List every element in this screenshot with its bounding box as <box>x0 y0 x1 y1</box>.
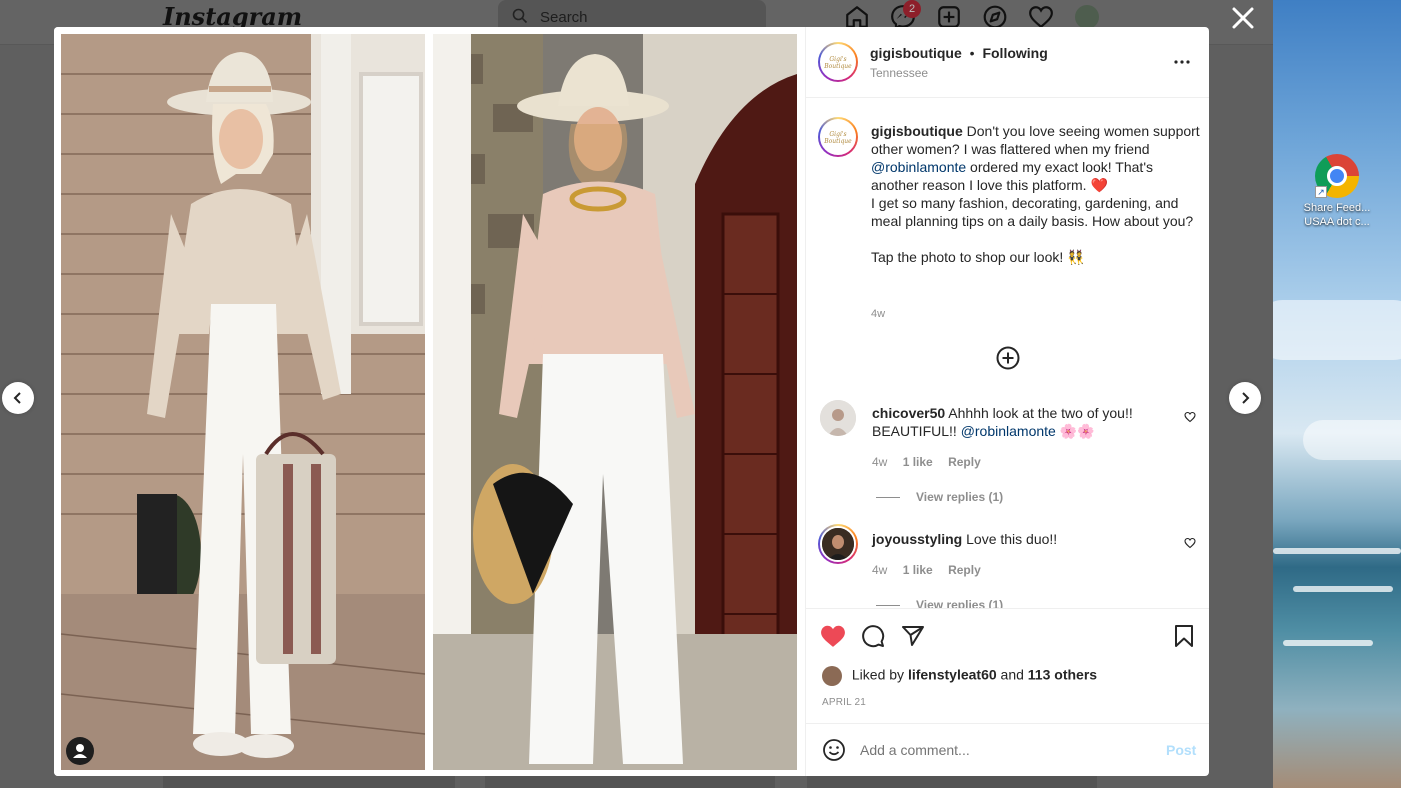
post-actions: Liked by lifenstyleat60 and 113 others A… <box>806 608 1209 726</box>
close-icon[interactable] <box>1228 3 1258 33</box>
likes-prefix: Liked by <box>851 666 905 683</box>
profile-avatar[interactable] <box>1075 5 1099 29</box>
wallpaper-wave <box>1293 586 1393 592</box>
post-caption: gigisboutique Don't you love seeing wome… <box>871 122 1201 266</box>
boutique-logo: Gigi's Boutique <box>824 56 852 70</box>
caption-mention[interactable]: @robinlamonte <box>871 159 966 175</box>
caption-author[interactable]: gigisboutique <box>871 123 963 139</box>
view-replies-button[interactable]: View replies (1) <box>876 598 1003 608</box>
boutique-logo: Gigi's Boutique <box>824 131 852 145</box>
shortcut-label-line2: USAA dot c... <box>1304 216 1370 228</box>
heart-icon[interactable] <box>820 624 846 648</box>
caption-age[interactable]: 4w <box>871 308 885 320</box>
wallpaper-wave <box>1273 548 1401 554</box>
previous-post-button[interactable] <box>2 382 34 414</box>
user-tag-icon <box>73 744 87 758</box>
chevron-right-icon <box>1242 392 1250 404</box>
post-location[interactable]: Tennessee <box>870 66 928 80</box>
dancers-emoji: 👯 <box>1067 249 1085 265</box>
comment-username[interactable]: chicover50 <box>872 405 945 421</box>
separator-dot: • <box>969 45 975 61</box>
comment-likes[interactable]: 1 like <box>903 455 933 469</box>
emoji-icon[interactable] <box>822 738 846 762</box>
reply-button[interactable]: Reply <box>948 563 981 577</box>
add-comment-bar: Post <box>806 723 1209 776</box>
likes-summary: Liked by lifenstyleat60 and 113 others <box>822 666 1192 686</box>
caption-author-avatar[interactable]: Gigi's Boutique <box>818 117 858 157</box>
grid-thumbnail[interactable] <box>807 776 1097 788</box>
search-icon <box>512 8 528 24</box>
following-button[interactable]: Following <box>982 45 1047 61</box>
heart-emoji: ❤️ <box>1090 177 1108 193</box>
grid-thumbnail[interactable] <box>485 776 775 788</box>
chevron-left-icon <box>13 392 21 404</box>
outfit-photo-left <box>61 34 425 770</box>
post-header: Gigi's Boutique gigisboutique • Followin… <box>806 27 1209 98</box>
comment-mention[interactable]: @robinlamonte <box>961 423 1056 439</box>
bookmark-icon[interactable] <box>1173 624 1195 648</box>
comment-age[interactable]: 4w <box>872 455 887 469</box>
comment-meta: 4w 1 like Reply <box>872 563 993 577</box>
replies-divider <box>876 497 900 499</box>
wallpaper-wave <box>1283 640 1373 646</box>
share-icon[interactable] <box>901 624 925 648</box>
wallpaper-cloud <box>1303 420 1401 460</box>
commenter-photo <box>820 400 856 436</box>
comment-age[interactable]: 4w <box>872 563 887 577</box>
search-placeholder: Search <box>540 9 588 26</box>
commenter-photo <box>822 528 854 560</box>
more-icon[interactable] <box>1172 54 1192 70</box>
post-side-panel: Gigi's Boutique gigisboutique • Followin… <box>805 27 1209 776</box>
comment-meta: 4w 1 like Reply <box>872 455 993 469</box>
view-replies-label: View replies (1) <box>916 598 1004 608</box>
commenter-avatar[interactable] <box>818 524 858 564</box>
author-avatar[interactable]: Gigi's Boutique <box>818 42 858 82</box>
photo-panel-right <box>433 34 797 770</box>
view-replies-button[interactable]: View replies (1) <box>876 490 1003 504</box>
post-modal: Gigi's Boutique gigisboutique • Followin… <box>54 27 1209 776</box>
comments-section: Gigi's Boutique gigisboutique Don't you … <box>806 98 1209 608</box>
comment-likes[interactable]: 1 like <box>903 563 933 577</box>
liked-by-user[interactable]: lifenstyleat60 <box>908 667 997 683</box>
user-tag-button[interactable] <box>66 737 94 765</box>
comment-text: Love this duo!! <box>966 531 1058 547</box>
likes-and: and <box>1000 666 1024 683</box>
photo-panel-left <box>61 34 425 770</box>
author-username[interactable]: gigisboutique <box>870 45 962 61</box>
comment-icon[interactable] <box>861 624 885 648</box>
add-circle-icon[interactable] <box>996 346 1020 370</box>
grid-thumbnail[interactable] <box>163 776 455 788</box>
post-date[interactable]: APRIL 21 <box>822 697 866 708</box>
wallpaper-cloud <box>1273 300 1401 360</box>
comment-body: chicover50 Ahhhh look at the two of you!… <box>872 404 1162 440</box>
comment-body: joyousstyling Love this duo!! <box>872 530 1162 548</box>
comment-username[interactable]: joyousstyling <box>872 531 962 547</box>
shortcut-arrow-icon: ↗ <box>1315 186 1327 198</box>
caption-text-3: I get so many fashion, decorating, garde… <box>871 195 1194 229</box>
desktop-shortcut-chrome[interactable]: ↗ Share Feed... USAA dot c... <box>1297 154 1377 229</box>
liker-avatar[interactable] <box>822 666 842 686</box>
shortcut-label-line1: Share Feed... <box>1303 202 1371 214</box>
view-replies-label: View replies (1) <box>916 490 1004 504</box>
caption-text-4: Tap the photo to shop our look! <box>871 249 1064 265</box>
like-comment-icon[interactable] <box>1184 411 1196 423</box>
flower-emoji: 🌸🌸 <box>1059 423 1095 439</box>
messenger-badge: 2 <box>903 0 921 18</box>
next-post-button[interactable] <box>1229 382 1261 414</box>
replies-divider <box>876 605 900 607</box>
reply-button[interactable]: Reply <box>948 455 981 469</box>
outfit-photo-right <box>433 34 797 770</box>
comment-input[interactable] <box>860 740 1150 760</box>
likes-others[interactable]: 113 others <box>1028 667 1097 683</box>
post-comment-button[interactable]: Post <box>1166 742 1196 758</box>
chrome-icon: ↗ <box>1315 154 1359 198</box>
commenter-avatar[interactable] <box>820 400 856 436</box>
desktop-wallpaper: ↗ Share Feed... USAA dot c... <box>1273 0 1401 788</box>
like-comment-icon[interactable] <box>1184 537 1196 549</box>
author-line: gigisboutique • Following <box>870 45 1048 61</box>
post-photo[interactable] <box>54 27 805 776</box>
